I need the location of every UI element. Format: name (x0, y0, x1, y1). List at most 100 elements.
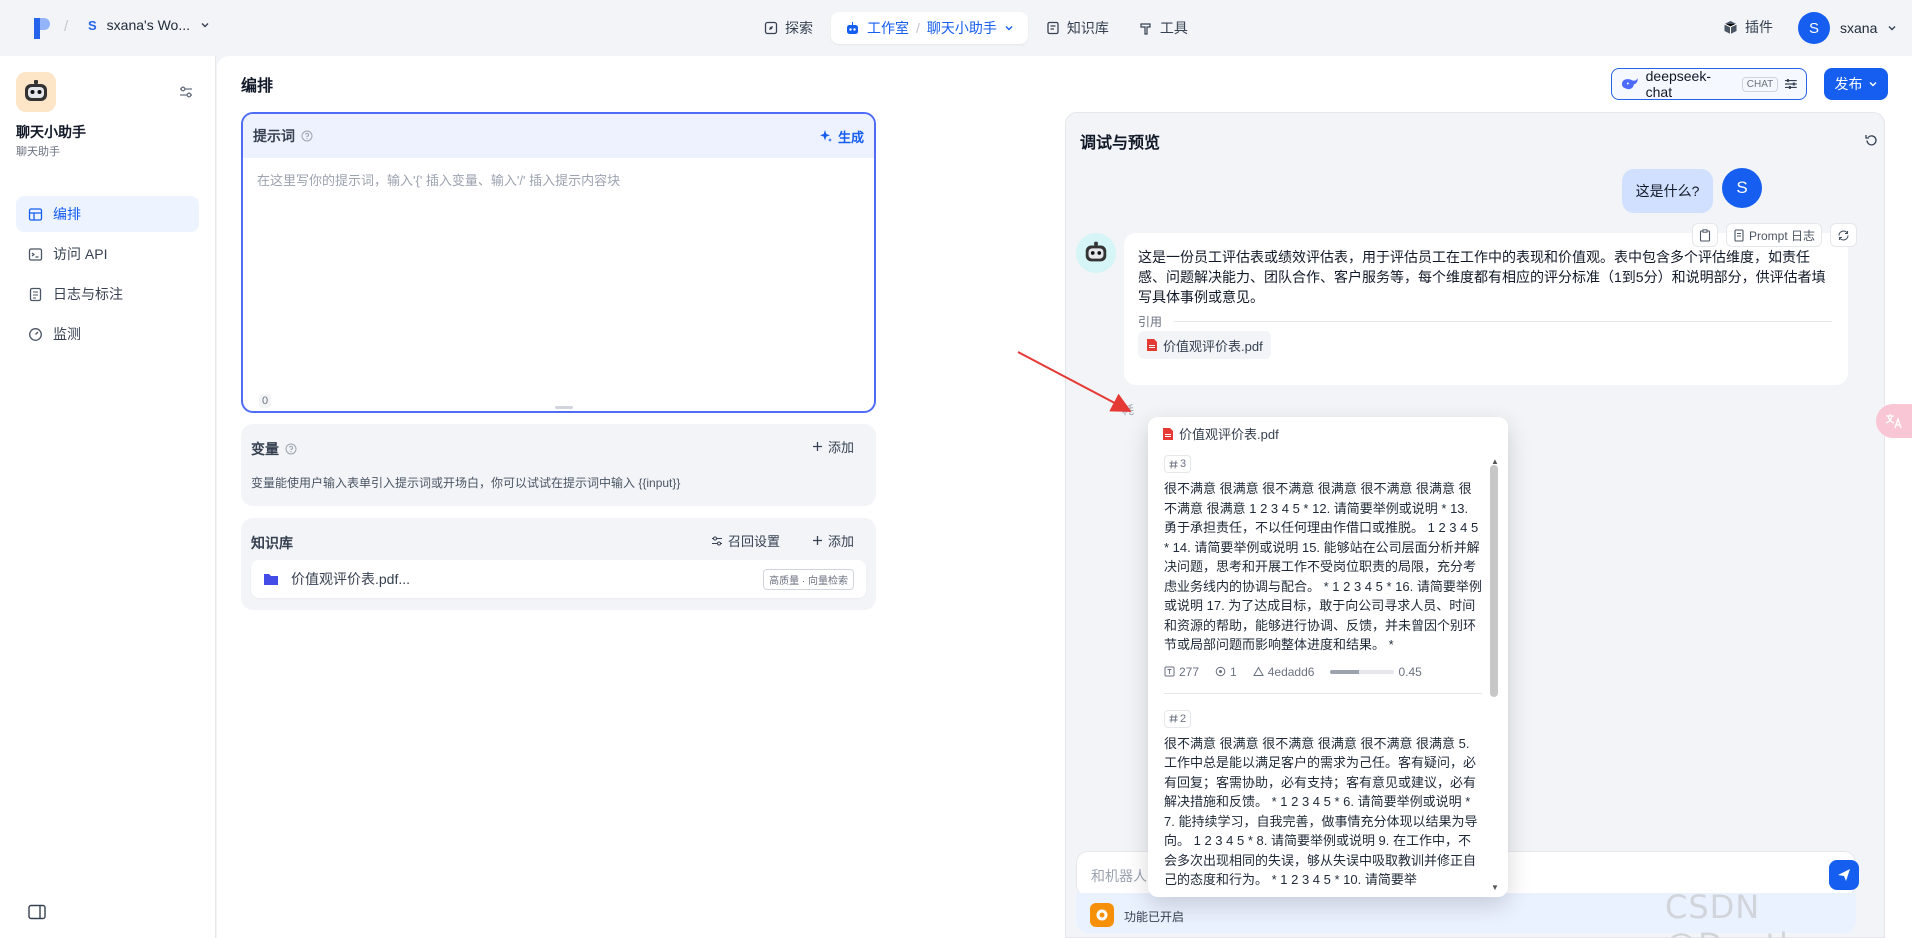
add-variable-button[interactable]: 添加 (812, 437, 854, 456)
nav-explore[interactable]: 探索 (752, 12, 825, 44)
prompt-char-count: 0 (259, 394, 272, 408)
gauge-icon (29, 327, 42, 341)
feature-status-text: 功能已开启 (1124, 910, 1185, 924)
publish-button[interactable]: 发布 (1824, 68, 1888, 100)
sidebar-item-logs[interactable]: 日志与标注 (16, 276, 199, 312)
variables-title-text: 变量 (251, 441, 279, 457)
user-message: 这是什么? (1622, 169, 1713, 213)
translate-icon[interactable] (1876, 404, 1912, 438)
settings-sliders-icon[interactable] (178, 84, 194, 100)
triangle-icon (1252, 666, 1264, 676)
compass-icon (764, 21, 778, 35)
refresh-icon (1838, 230, 1849, 240)
hit-count: 1 (1215, 665, 1237, 679)
collapse-sidebar-icon[interactable] (28, 904, 46, 920)
pdf-file-icon (1163, 427, 1173, 440)
sidebar-item-label: 编排 (53, 206, 81, 222)
segment-meta: 277 1 4edadd6 0.45 (1164, 665, 1482, 694)
bot-message-text: 这是一份员工评估表或绩效评估表，用于评估员工在工作中的表现和价值观。表中包含多个… (1138, 249, 1826, 305)
hash-icon (1169, 459, 1178, 469)
popover-segments: 3 很不满意 很满意 很不满意 很满意 很不满意 很满意 很不满意 很满意 1 … (1164, 455, 1482, 895)
recall-settings-button[interactable]: 召回设置 (711, 531, 780, 550)
user-name: sxana (1840, 20, 1878, 36)
clipboard-icon (1699, 228, 1711, 242)
sidebar-item-orchestrate[interactable]: 编排 (16, 196, 199, 232)
copy-button[interactable] (1692, 223, 1718, 247)
nav-knowledge-label: 知识库 (1066, 20, 1109, 36)
layout-icon (28, 207, 43, 221)
page-title: 编排 (241, 78, 274, 95)
nav-current-app[interactable]: 聊天小助手 (927, 18, 997, 38)
dify-logo-icon[interactable] (34, 18, 50, 39)
nav-tools[interactable]: 工具 (1127, 12, 1200, 44)
sidebar-item-monitor[interactable]: 监测 (16, 316, 199, 352)
segment-text: 很不满意 很满意 很不满意 很满意 很不满意 很满意 很不满意 很满意 1 2 … (1164, 481, 1482, 652)
robot-face-icon (25, 80, 47, 101)
resize-handle[interactable] (555, 406, 573, 409)
segment-card[interactable]: 2 很不满意 很满意 很不满意 很满意 很不满意 很满意 5. 工作中总是能以满… (1164, 709, 1482, 890)
document-icon (1734, 228, 1744, 242)
nav-studio-label: 工作室 (867, 20, 909, 36)
score-value: 0.45 (1398, 664, 1422, 679)
chevron-down-icon (1869, 82, 1876, 87)
generate-button[interactable]: 生成 (819, 127, 864, 146)
send-icon (1838, 869, 1850, 881)
feature-icon (1090, 903, 1114, 927)
help-circle-icon[interactable] (301, 130, 313, 142)
citation-file-name: 价值观评价表.pdf (1163, 338, 1263, 354)
user-avatar: S (1722, 168, 1762, 208)
segment-text: 很不满意 很满意 很不满意 很满意 很不满意 很满意 5. 工作中总是能以满足客… (1164, 735, 1478, 888)
chat-bubble-icon (1096, 909, 1108, 921)
send-button[interactable] (1829, 860, 1859, 890)
knowledge-item[interactable]: 价值观评价表.pdf... 高质量 · 向量检索 (251, 560, 866, 598)
help-circle-icon[interactable] (285, 443, 297, 455)
prompt-log-button[interactable]: Prompt 日志 (1726, 223, 1823, 247)
pdf-file-icon (1147, 339, 1157, 351)
relevance-score: 0.45 (1330, 664, 1422, 679)
user-menu[interactable]: S sxana (1798, 12, 1897, 44)
chevron-down-icon (1005, 26, 1013, 31)
scroll-down-arrow-icon[interactable]: ▼ (1491, 883, 1499, 892)
folder-icon (264, 574, 278, 585)
add-knowledge-button[interactable]: 添加 (812, 531, 854, 550)
workspace-initial: S (88, 17, 97, 33)
sidebar-item-api[interactable]: 访问 API (16, 236, 199, 272)
variables-title: 变量 (251, 439, 297, 459)
nav-studio[interactable]: 工作室 / 聊天小助手 (831, 12, 1028, 44)
target-icon (1215, 666, 1226, 677)
model-mode-badge: CHAT (1741, 76, 1779, 92)
citation-divider (1174, 321, 1832, 322)
prompt-input[interactable]: 在这里写你的提示词，输入'{' 插入变量、输入'/' 插入提示内容块 (257, 170, 620, 189)
sidebar-item-label: 日志与标注 (53, 286, 123, 302)
segment-card[interactable]: 3 很不满意 很满意 很不满意 很满意 很不满意 很满意 很不满意 很满意 1 … (1164, 455, 1482, 694)
scroll-up-arrow-icon[interactable]: ▲ (1491, 457, 1499, 466)
popover-scrollbar[interactable] (1490, 455, 1498, 885)
sidebar-menu: 编排 访问 API 日志与标注 监测 (16, 196, 199, 356)
regenerate-button[interactable] (1830, 223, 1858, 247)
knowledge-item-tag: 高质量 · 向量检索 (763, 568, 854, 590)
hit-count-value: 1 (1230, 664, 1237, 679)
debug-title: 调试与预览 (1080, 135, 1161, 152)
plus-icon (812, 442, 822, 451)
book-icon (1047, 21, 1059, 35)
citation-file-chip[interactable]: 价值观评价表.pdf (1138, 331, 1271, 359)
score-bar-fill (1330, 669, 1360, 674)
model-name: deepseek-chat (1645, 68, 1712, 100)
citation-popover: 价值观评价表.pdf 3 很不满意 很满意 很不满意 很满意 很不满意 很满意 … (1148, 417, 1508, 897)
plugins-label: 插件 (1745, 19, 1773, 35)
restart-icon[interactable] (1864, 133, 1879, 148)
workspace-selector[interactable]: S sxana's Wo... (88, 17, 210, 33)
settings-sliders-icon (711, 536, 722, 545)
text-icon (1164, 666, 1175, 677)
message-toolbar: Prompt 日志 (1692, 223, 1858, 247)
segment-hash-value: 4edadd6 (1267, 664, 1315, 679)
chat-input[interactable]: 和机器人 (1091, 866, 1147, 886)
bot-avatar (1076, 233, 1116, 273)
model-selector[interactable]: deepseek-chat CHAT (1611, 68, 1807, 100)
token-consumption: 耗 (1122, 403, 1135, 417)
cube-icon (1724, 20, 1737, 34)
plugins-button[interactable]: 插件 (1723, 17, 1773, 37)
app-subtitle: 聊天助手 (16, 146, 60, 158)
scrollbar-thumb[interactable] (1490, 465, 1498, 697)
nav-knowledge[interactable]: 知识库 (1034, 12, 1121, 44)
